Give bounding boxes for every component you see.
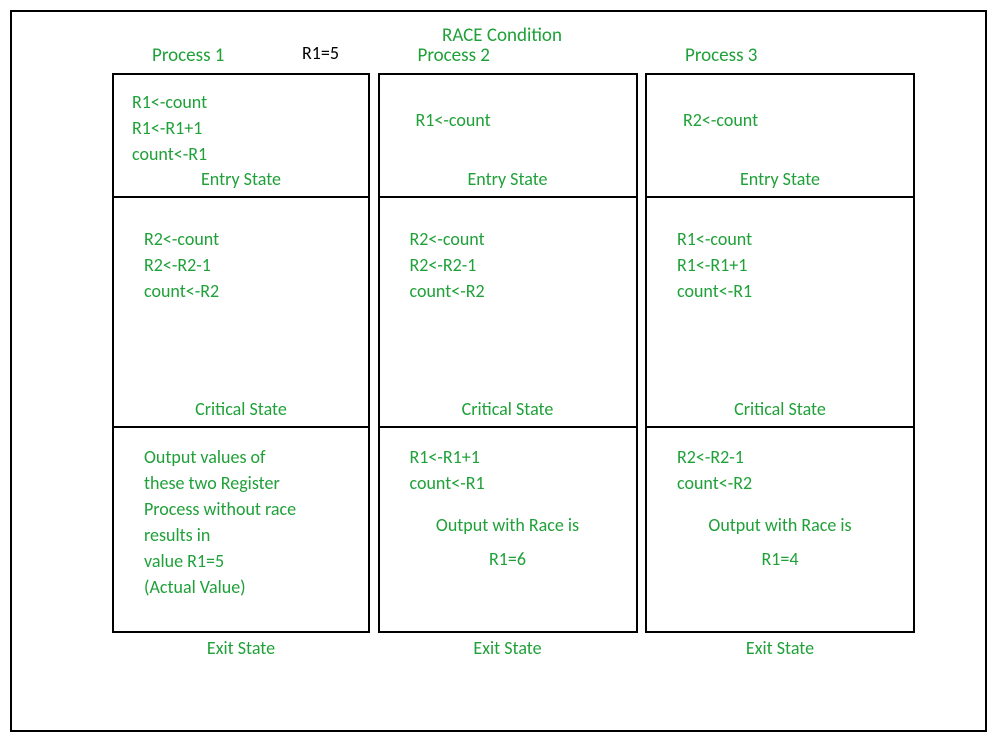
critical-state-box: R1<-count R1<-R1+1 count<-R1 Critical St… [645,198,915,428]
process-lanes: Process 1 R1<-count R1<-R1+1 count<-R1 E… [12,44,985,730]
process-title: Process 2 [378,44,638,67]
exit-state-box: R2<-R2-1 count<-R2 Output with Race is R… [645,428,915,633]
diagram-frame: RACE Condition R1=5 Process 1 R1<-count … [10,10,987,732]
entry-state-box: R2<-count Entry State [645,73,915,198]
exit-output-label: Output with Race is [665,508,895,542]
exit-state-label: Exit State [645,633,915,661]
exit-output-value: R1=6 [398,542,618,576]
entry-state-box: R1<-count R1<-R1+1 count<-R1 Entry State [112,73,370,198]
entry-state-label: Entry State [114,168,368,190]
critical-code: R2<-count R2<-R2-1 count<-R2 [132,212,350,304]
entry-code: R1<-count [398,89,618,133]
critical-state-box: R2<-count R2<-R2-1 count<-R2 Critical St… [378,198,638,428]
entry-state-box: R1<-count Entry State [378,73,638,198]
process-title: Process 3 [645,44,915,67]
critical-state-label: Critical State [647,398,913,420]
exit-state-box: Output values of these two Register Proc… [112,428,370,633]
exit-state-box: R1<-R1+1 count<-R1 Output with Race is R… [378,428,638,633]
process-title: Process 1 [112,44,370,67]
exit-code: R1<-R1+1 count<-R1 [398,442,618,496]
exit-state-label: Exit State [378,633,638,661]
critical-state-label: Critical State [380,398,636,420]
critical-code: R2<-count R2<-R2-1 count<-R2 [398,212,618,304]
entry-state-label: Entry State [647,168,913,190]
entry-state-label: Entry State [380,168,636,190]
exit-output-value: R1=4 [665,542,895,576]
process-lane: Process 1 R1<-count R1<-R1+1 count<-R1 E… [112,44,370,730]
process-lane: Process 3 R2<-count Entry State R1<-coun… [645,44,915,730]
process-lane: Process 2 R1<-count Entry State R2<-coun… [378,44,638,730]
critical-state-box: R2<-count R2<-R2-1 count<-R2 Critical St… [112,198,370,428]
exit-code: R2<-R2-1 count<-R2 [665,442,895,496]
critical-state-label: Critical State [114,398,368,420]
entry-code: R1<-count R1<-R1+1 count<-R1 [132,89,350,167]
entry-code: R2<-count [665,89,895,133]
critical-code: R1<-count R1<-R1+1 count<-R1 [665,212,895,304]
exit-state-label: Exit State [112,633,370,661]
exit-output-label: Output with Race is [398,508,618,542]
exit-output-text: Output values of these two Register Proc… [132,442,350,601]
